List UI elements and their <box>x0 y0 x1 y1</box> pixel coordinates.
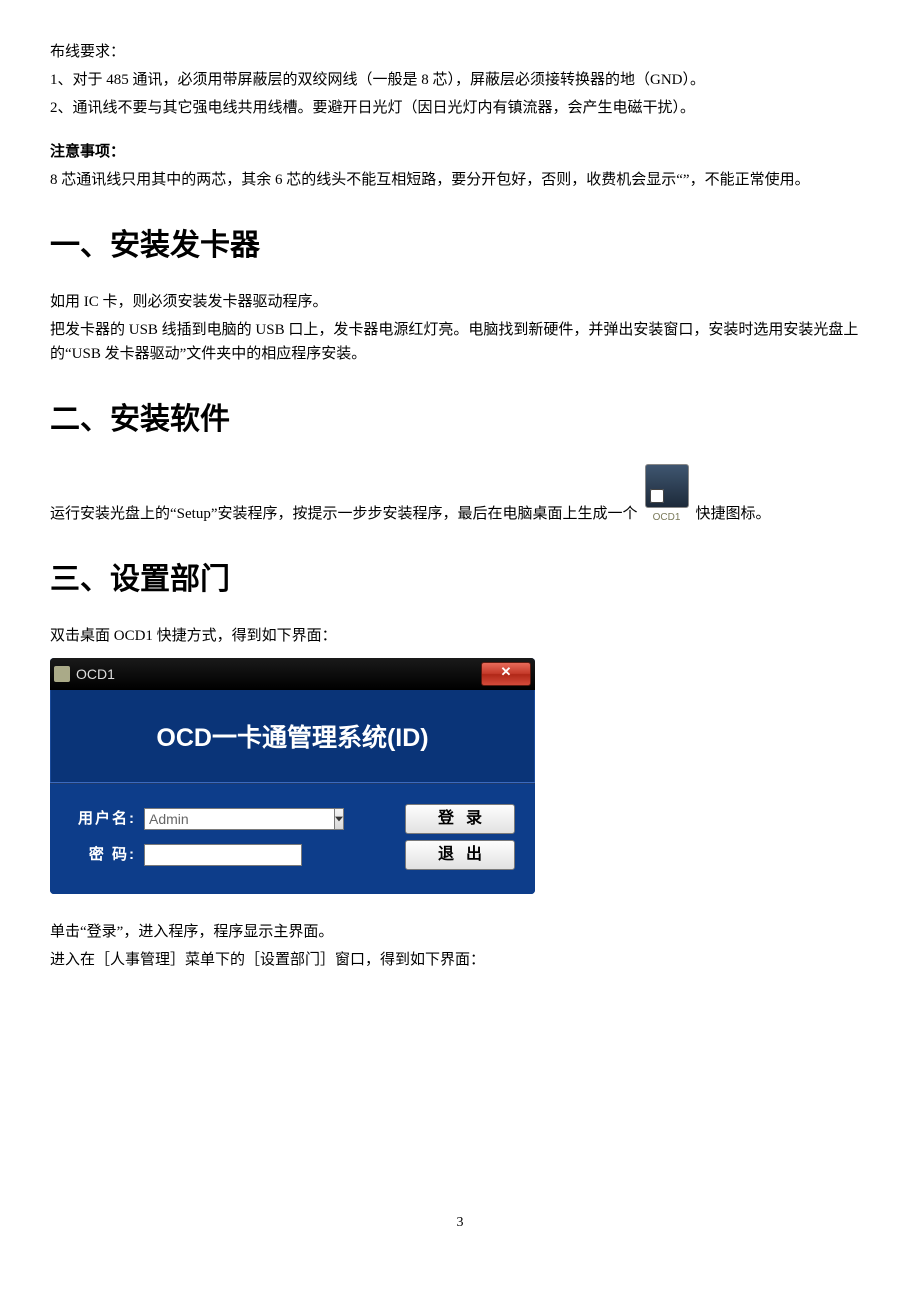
notice-body: 8 芯通讯线只用其中的两芯，其余 6 芯的线头不能互相短路，要分开包好，否则，收… <box>50 168 870 192</box>
password-label: 密 码: <box>70 843 136 867</box>
login-window: OCD1 ✕ OCD一卡通管理系统(ID) 用户名: 登录 密 码: 退出 <box>50 658 535 894</box>
wiring-item-1: 1、对于 485 通讯，必须用带屏蔽层的双绞网线（一般是 8 芯），屏蔽层必须接… <box>50 68 870 92</box>
app-title: OCD一卡通管理系统(ID) <box>50 690 535 782</box>
page-number: 3 <box>50 1212 870 1234</box>
window-icon <box>54 666 70 682</box>
close-button[interactable]: ✕ <box>481 662 531 686</box>
section1-p1: 如用 IC 卡，则必须安装发卡器驱动程序。 <box>50 290 870 314</box>
section1-p2: 把发卡器的 USB 线插到电脑的 USB 口上，发卡器电源红灯亮。电脑找到新硬件… <box>50 318 870 366</box>
ocd1-icon-graphic <box>645 464 689 508</box>
heading-install-card-issuer: 一、安装发卡器 <box>50 222 870 270</box>
notice-title: 注意事项： <box>50 140 870 164</box>
exit-button[interactable]: 退出 <box>405 840 515 870</box>
login-form: 用户名: 登录 密 码: 退出 <box>50 782 535 894</box>
section2-pre-text: 运行安装光盘上的“Setup”安装程序，按提示一步步安装程序，最后在电脑桌面上生… <box>50 502 638 526</box>
username-combo[interactable] <box>144 808 302 830</box>
section3-p1: 双击桌面 OCD1 快捷方式，得到如下界面： <box>50 624 870 648</box>
ocd1-icon-label: OCD1 <box>653 510 681 526</box>
ocd1-desktop-icon: OCD1 <box>642 464 692 526</box>
login-button[interactable]: 登录 <box>405 804 515 834</box>
username-input[interactable] <box>144 808 335 830</box>
heading-install-software: 二、安装软件 <box>50 396 870 444</box>
titlebar: OCD1 ✕ <box>50 658 535 690</box>
heading-set-department: 三、设置部门 <box>50 556 870 604</box>
chevron-down-icon[interactable] <box>335 808 344 830</box>
username-label: 用户名: <box>70 807 136 831</box>
wiring-item-2: 2、通讯线不要与其它强电线共用线槽。要避开日光灯（因日光灯内有镇流器，会产生电磁… <box>50 96 870 120</box>
password-input[interactable] <box>144 844 302 866</box>
section2-post-text: 快捷图标。 <box>696 502 771 526</box>
wiring-title: 布线要求： <box>50 40 870 64</box>
section3-after2: 进入在［人事管理］菜单下的［设置部门］窗口，得到如下界面： <box>50 948 870 972</box>
window-title: OCD1 <box>76 663 115 685</box>
section3-after1: 单击“登录”，进入程序，程序显示主界面。 <box>50 920 870 944</box>
